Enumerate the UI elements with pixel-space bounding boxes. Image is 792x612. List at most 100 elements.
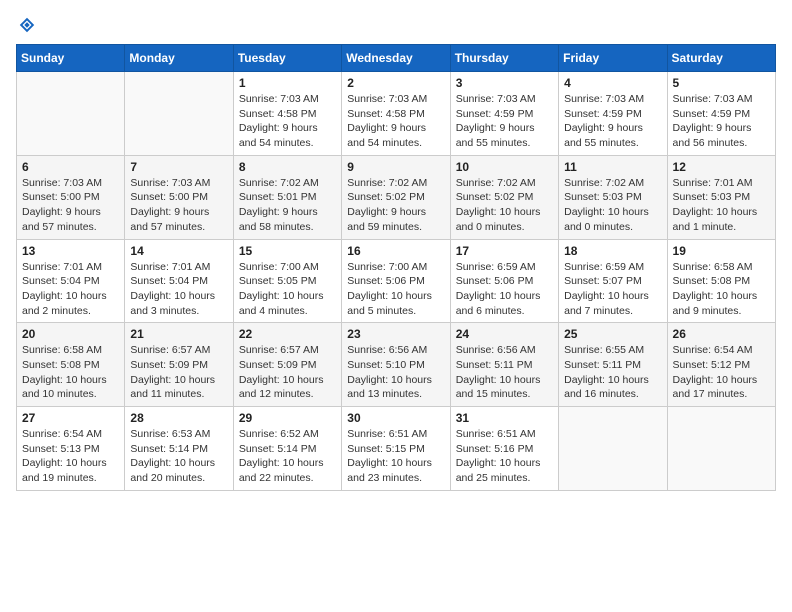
day-number: 29 — [239, 411, 336, 425]
calendar-week-row: 1 Sunrise: 7:03 AM Sunset: 4:58 PM Daylig… — [17, 72, 776, 156]
calendar-week-row: 6 Sunrise: 7:03 AM Sunset: 5:00 PM Daylig… — [17, 155, 776, 239]
day-info: Sunrise: 7:03 AM Sunset: 4:58 PM Dayligh… — [239, 92, 336, 151]
calendar-cell: 8Sunrise: 7:02 AM Sunset: 5:01 PM Daylig… — [233, 155, 341, 239]
calendar-cell: 6 Sunrise: 7:03 AM Sunset: 5:00 PM Daylig… — [17, 155, 125, 239]
logo-icon — [18, 16, 36, 34]
day-number: 7 — [130, 160, 227, 174]
calendar-cell: 17 Sunrise: 6:59 AM Sunset: 5:06 PM Dayli… — [450, 239, 558, 323]
day-number: 25 — [564, 327, 661, 341]
day-info: Sunrise: 7:03 AM Sunset: 4:59 PM Dayligh… — [673, 92, 770, 151]
calendar-week-row: 27 Sunrise: 6:54 AM Sunset: 5:13 PM Dayli… — [17, 407, 776, 491]
calendar-week-row: 20 Sunrise: 6:58 AM Sunset: 5:08 PM Dayli… — [17, 323, 776, 407]
calendar-cell: 1 Sunrise: 7:03 AM Sunset: 4:58 PM Daylig… — [233, 72, 341, 156]
calendar-cell: 27 Sunrise: 6:54 AM Sunset: 5:13 PM Dayli… — [17, 407, 125, 491]
day-info: Sunrise: 7:03 AM Sunset: 4:59 PM Dayligh… — [456, 92, 553, 151]
day-number: 23 — [347, 327, 444, 341]
calendar-cell: 10Sunrise: 7:02 AM Sunset: 5:02 PM Dayli… — [450, 155, 558, 239]
calendar-cell: 30 Sunrise: 6:51 AM Sunset: 5:15 PM Dayli… — [342, 407, 450, 491]
day-info: Sunrise: 7:01 AM Sunset: 5:03 PM Dayligh… — [673, 176, 770, 235]
day-number: 9 — [347, 160, 444, 174]
day-number: 2 — [347, 76, 444, 90]
calendar-cell: 21 Sunrise: 6:57 AM Sunset: 5:09 PM Dayli… — [125, 323, 233, 407]
calendar-cell: 3Sunrise: 7:03 AM Sunset: 4:59 PM Daylig… — [450, 72, 558, 156]
calendar-cell: 20 Sunrise: 6:58 AM Sunset: 5:08 PM Dayli… — [17, 323, 125, 407]
calendar-cell: 25 Sunrise: 6:55 AM Sunset: 5:11 PM Dayli… — [559, 323, 667, 407]
calendar-cell: 31Sunrise: 6:51 AM Sunset: 5:16 PM Dayli… — [450, 407, 558, 491]
day-info: Sunrise: 6:58 AM Sunset: 5:08 PM Dayligh… — [22, 343, 119, 402]
day-info: Sunrise: 7:03 AM Sunset: 5:00 PM Dayligh… — [22, 176, 119, 235]
calendar-week-row: 13 Sunrise: 7:01 AM Sunset: 5:04 PM Dayli… — [17, 239, 776, 323]
day-number: 31 — [456, 411, 553, 425]
calendar-cell — [667, 407, 775, 491]
day-info: Sunrise: 6:56 AM Sunset: 5:11 PM Dayligh… — [456, 343, 553, 402]
day-number: 21 — [130, 327, 227, 341]
calendar-cell: 11Sunrise: 7:02 AM Sunset: 5:03 PM Dayli… — [559, 155, 667, 239]
day-info: Sunrise: 7:03 AM Sunset: 5:00 PM Dayligh… — [130, 176, 227, 235]
calendar-table: SundayMondayTuesdayWednesdayThursdayFrid… — [16, 44, 776, 491]
day-number: 24 — [456, 327, 553, 341]
day-info: Sunrise: 7:01 AM Sunset: 5:04 PM Dayligh… — [22, 260, 119, 319]
page-header — [16, 16, 776, 34]
day-number: 26 — [673, 327, 770, 341]
calendar-cell: 13 Sunrise: 7:01 AM Sunset: 5:04 PM Dayli… — [17, 239, 125, 323]
calendar-cell: 4 Sunrise: 7:03 AM Sunset: 4:59 PM Daylig… — [559, 72, 667, 156]
day-number: 4 — [564, 76, 661, 90]
day-info: Sunrise: 6:53 AM Sunset: 5:14 PM Dayligh… — [130, 427, 227, 486]
calendar-cell: 12 Sunrise: 7:01 AM Sunset: 5:03 PM Dayli… — [667, 155, 775, 239]
calendar-cell: 28 Sunrise: 6:53 AM Sunset: 5:14 PM Dayli… — [125, 407, 233, 491]
weekday-header-tuesday: Tuesday — [233, 45, 341, 72]
day-number: 17 — [456, 244, 553, 258]
calendar-cell: 15 Sunrise: 7:00 AM Sunset: 5:05 PM Dayli… — [233, 239, 341, 323]
day-info: Sunrise: 6:59 AM Sunset: 5:06 PM Dayligh… — [456, 260, 553, 319]
day-info: Sunrise: 6:54 AM Sunset: 5:13 PM Dayligh… — [22, 427, 119, 486]
day-info: Sunrise: 7:03 AM Sunset: 4:59 PM Dayligh… — [564, 92, 661, 151]
day-info: Sunrise: 6:59 AM Sunset: 5:07 PM Dayligh… — [564, 260, 661, 319]
weekday-header-row: SundayMondayTuesdayWednesdayThursdayFrid… — [17, 45, 776, 72]
weekday-header-thursday: Thursday — [450, 45, 558, 72]
calendar-cell: 14 Sunrise: 7:01 AM Sunset: 5:04 PM Dayli… — [125, 239, 233, 323]
calendar-cell: 16Sunrise: 7:00 AM Sunset: 5:06 PM Dayli… — [342, 239, 450, 323]
day-info: Sunrise: 7:03 AM Sunset: 4:58 PM Dayligh… — [347, 92, 444, 151]
day-info: Sunrise: 6:51 AM Sunset: 5:15 PM Dayligh… — [347, 427, 444, 486]
calendar-cell: 5 Sunrise: 7:03 AM Sunset: 4:59 PM Daylig… — [667, 72, 775, 156]
calendar-cell: 9Sunrise: 7:02 AM Sunset: 5:02 PM Daylig… — [342, 155, 450, 239]
calendar-cell: 24 Sunrise: 6:56 AM Sunset: 5:11 PM Dayli… — [450, 323, 558, 407]
calendar-cell: 2 Sunrise: 7:03 AM Sunset: 4:58 PM Daylig… — [342, 72, 450, 156]
day-number: 14 — [130, 244, 227, 258]
calendar-cell: 18 Sunrise: 6:59 AM Sunset: 5:07 PM Dayli… — [559, 239, 667, 323]
day-info: Sunrise: 7:00 AM Sunset: 5:05 PM Dayligh… — [239, 260, 336, 319]
day-info: Sunrise: 7:02 AM Sunset: 5:01 PM Dayligh… — [239, 176, 336, 235]
calendar-cell: 22Sunrise: 6:57 AM Sunset: 5:09 PM Dayli… — [233, 323, 341, 407]
day-number: 27 — [22, 411, 119, 425]
calendar-cell: 23Sunrise: 6:56 AM Sunset: 5:10 PM Dayli… — [342, 323, 450, 407]
logo — [16, 16, 38, 34]
day-number: 6 — [22, 160, 119, 174]
day-number: 12 — [673, 160, 770, 174]
day-number: 1 — [239, 76, 336, 90]
day-info: Sunrise: 7:02 AM Sunset: 5:03 PM Dayligh… — [564, 176, 661, 235]
calendar-cell: 29Sunrise: 6:52 AM Sunset: 5:14 PM Dayli… — [233, 407, 341, 491]
calendar-cell: 26 Sunrise: 6:54 AM Sunset: 5:12 PM Dayli… — [667, 323, 775, 407]
day-number: 16 — [347, 244, 444, 258]
day-number: 30 — [347, 411, 444, 425]
calendar-cell: 7 Sunrise: 7:03 AM Sunset: 5:00 PM Daylig… — [125, 155, 233, 239]
day-info: Sunrise: 6:54 AM Sunset: 5:12 PM Dayligh… — [673, 343, 770, 402]
calendar-cell — [17, 72, 125, 156]
day-number: 5 — [673, 76, 770, 90]
weekday-header-monday: Monday — [125, 45, 233, 72]
day-number: 28 — [130, 411, 227, 425]
day-info: Sunrise: 6:57 AM Sunset: 5:09 PM Dayligh… — [239, 343, 336, 402]
day-info: Sunrise: 6:55 AM Sunset: 5:11 PM Dayligh… — [564, 343, 661, 402]
calendar-cell — [559, 407, 667, 491]
day-number: 18 — [564, 244, 661, 258]
day-info: Sunrise: 6:57 AM Sunset: 5:09 PM Dayligh… — [130, 343, 227, 402]
calendar-cell: 19Sunrise: 6:58 AM Sunset: 5:08 PM Dayli… — [667, 239, 775, 323]
day-info: Sunrise: 6:58 AM Sunset: 5:08 PM Dayligh… — [673, 260, 770, 319]
day-info: Sunrise: 7:01 AM Sunset: 5:04 PM Dayligh… — [130, 260, 227, 319]
day-number: 20 — [22, 327, 119, 341]
weekday-header-sunday: Sunday — [17, 45, 125, 72]
day-number: 15 — [239, 244, 336, 258]
day-number: 10 — [456, 160, 553, 174]
weekday-header-saturday: Saturday — [667, 45, 775, 72]
day-number: 13 — [22, 244, 119, 258]
